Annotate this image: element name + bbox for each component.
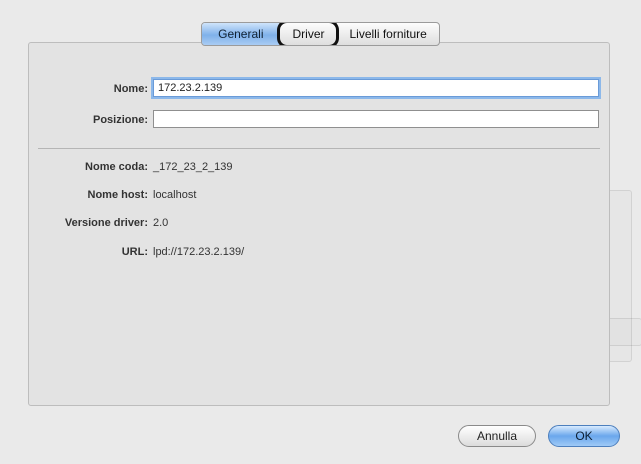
versione-driver-label: Versione driver: (64, 217, 148, 229)
versione-driver-value: 2.0 (153, 217, 169, 229)
tab-bar: Generali Driver Livelli forniture (0, 22, 641, 48)
nome-coda-value: _172_23_2_139 (153, 161, 233, 173)
tab-livelli-forniture[interactable]: Livelli forniture (336, 23, 438, 45)
url-value: lpd://172.23.2.139/ (153, 246, 245, 258)
separator (38, 148, 600, 149)
segmented-control: Generali Driver Livelli forniture (201, 22, 440, 46)
tab-generali[interactable]: Generali (202, 23, 280, 45)
tab-driver[interactable]: Driver (277, 23, 340, 45)
nome-host-value: localhost (153, 189, 197, 201)
posizione-field[interactable] (153, 110, 599, 128)
nome-field[interactable] (153, 79, 599, 97)
cancel-button[interactable]: Annulla (458, 425, 536, 447)
nome-host-label: Nome host: (87, 189, 149, 201)
nome-coda-label: Nome coda: (85, 161, 148, 173)
url-label: URL: (121, 246, 148, 258)
ok-button[interactable]: OK (548, 425, 620, 447)
posizione-label: Posizione: (92, 114, 148, 126)
nome-label: Nome: (113, 83, 148, 95)
